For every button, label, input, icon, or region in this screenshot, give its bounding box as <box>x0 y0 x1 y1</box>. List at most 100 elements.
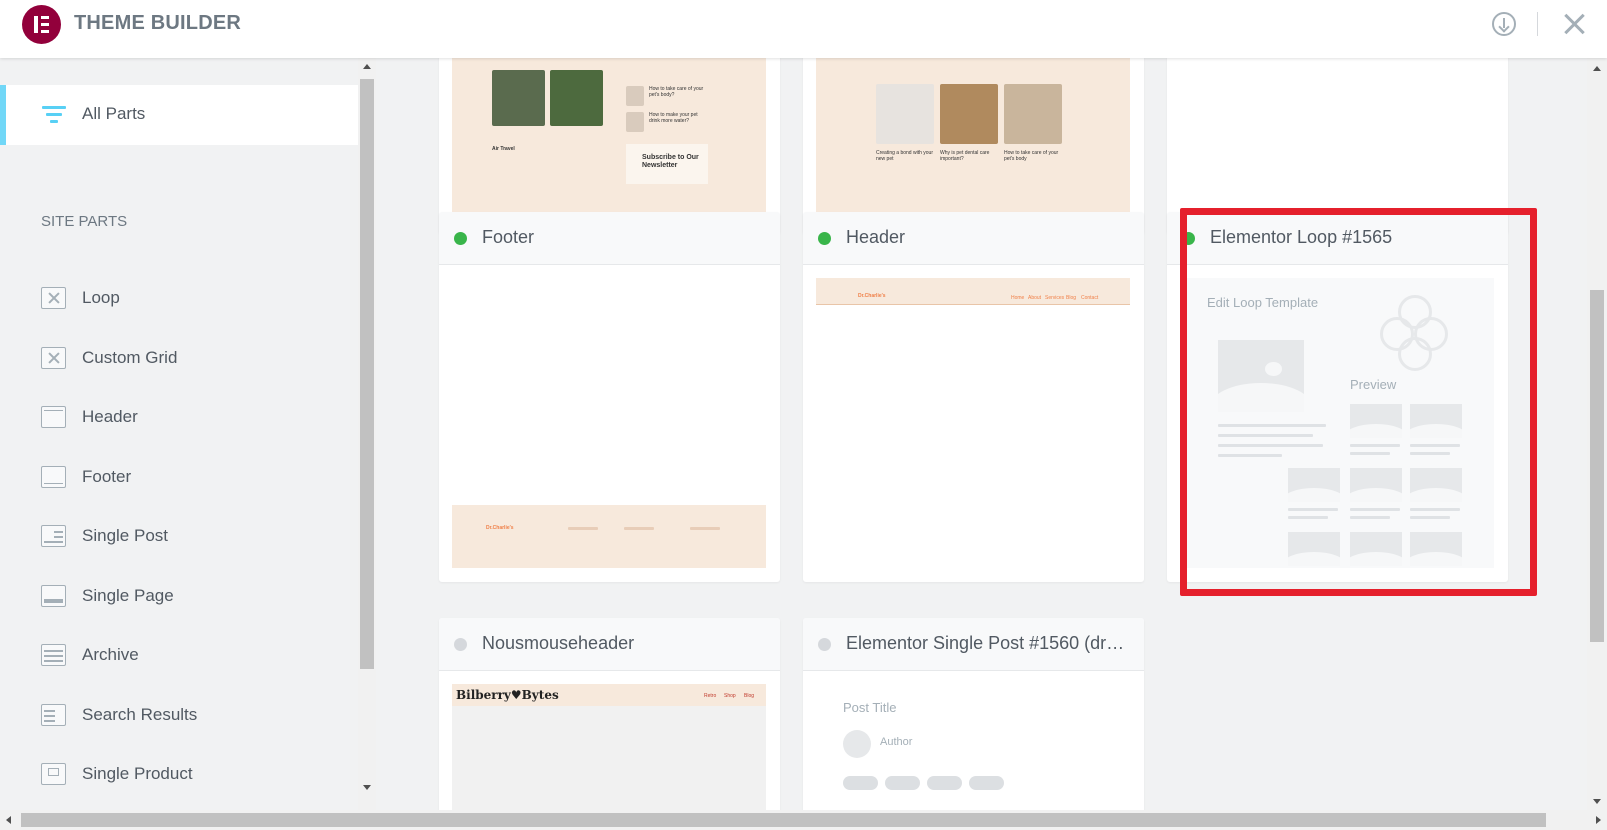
image-placeholder-icon <box>1288 532 1340 566</box>
preview-line <box>568 527 598 530</box>
card-preview: Post Title Author <box>816 684 1130 810</box>
preview-nav: Blog <box>1066 295 1077 301</box>
main-scrollbar[interactable] <box>1587 58 1607 810</box>
sidebar-item-all-parts[interactable]: All Parts <box>0 85 358 145</box>
sidebar-item-single-product[interactable]: Single Product <box>0 753 358 797</box>
part-card-single-post[interactable]: Elementor Single Post #1560 (dra... Post… <box>803 618 1144 810</box>
preview-photo <box>550 70 603 126</box>
close-icon[interactable] <box>1561 11 1587 37</box>
single-product-icon <box>41 763 66 785</box>
preview-label: Preview <box>1350 377 1397 392</box>
preview-link: How to take care of your pet's body? <box>649 86 704 98</box>
sidebar-item-label: All Parts <box>82 104 146 123</box>
scrollbar-thumb[interactable] <box>360 79 374 669</box>
image-placeholder-icon <box>1218 340 1304 412</box>
preview-nav: Contact <box>1081 295 1099 301</box>
part-card-nousmouseheader[interactable]: Nousmouseheader Bilberry♥Bytes Retro Sho… <box>439 618 780 810</box>
sidebar-item-search-results[interactable]: Search Results <box>0 694 358 738</box>
card-preview: Dr.Charlie's Home About Services Blog Co… <box>816 278 1130 568</box>
search-results-icon <box>41 704 66 726</box>
preview-footer-band: Dr.Charlie's <box>452 505 766 568</box>
part-card-footer[interactable]: Footer Dr.Charlie's <box>439 212 780 582</box>
sidebar-item-single-post[interactable]: Single Post <box>0 515 358 559</box>
site-parts-heading: SITE PARTS <box>41 213 128 230</box>
placeholder-pill <box>843 776 878 790</box>
placeholder-line <box>1350 444 1400 447</box>
status-dot-active <box>454 232 467 245</box>
placeholder-line <box>1350 516 1390 519</box>
sidebar: All Parts SITE PARTS Loop Custom Grid He… <box>0 58 358 810</box>
sidebar-item-loop[interactable]: Loop <box>0 277 358 321</box>
preview-photo <box>940 84 998 144</box>
sidebar-item-custom-grid[interactable]: Custom Grid <box>0 337 358 381</box>
preview-brand: Bilberry♥Bytes <box>456 688 559 702</box>
sidebar-item-label: Search Results <box>82 705 198 724</box>
active-indicator <box>0 85 6 145</box>
download-icon[interactable] <box>1492 12 1516 36</box>
preview-nav: About <box>1028 295 1042 301</box>
part-card[interactable]: Creating a bond with your new pet Why is… <box>803 58 1144 234</box>
single-page-icon <box>41 585 66 607</box>
preview-caption: Creating a bond with your new pet <box>876 150 933 162</box>
card-title: Footer <box>482 227 535 247</box>
card-title: Elementor Single Post #1560 (dra... <box>846 633 1131 653</box>
part-card-loop[interactable]: Elementor Loop #1565 Edit Loop Template … <box>1167 212 1508 582</box>
sidebar-item-archive[interactable]: Archive <box>0 634 358 678</box>
preview-nav: Retro <box>704 693 717 699</box>
sidebar-item-header[interactable]: Header <box>0 396 358 440</box>
image-placeholder-icon <box>1410 468 1462 502</box>
sidebar-item-footer[interactable]: Footer <box>0 456 358 500</box>
scroll-up-arrow-icon[interactable] <box>363 64 371 69</box>
part-card-header[interactable]: Header Dr.Charlie's Home About Services … <box>803 212 1144 582</box>
sidebar-item-single-page[interactable]: Single Page <box>0 575 358 619</box>
preview-heading: Air Travel <box>492 146 515 152</box>
preview-nav: Blog <box>744 693 755 699</box>
placeholder-line <box>1410 516 1450 519</box>
placeholder-line <box>1288 508 1338 511</box>
avatar <box>843 730 871 758</box>
scroll-down-arrow-icon[interactable] <box>1593 799 1601 804</box>
scroll-right-arrow-icon[interactable] <box>1596 816 1601 824</box>
scroll-left-arrow-icon[interactable] <box>6 816 11 824</box>
card-preview: Creating a bond with your new pet Why is… <box>816 58 1130 218</box>
placeholder-pill <box>969 776 1004 790</box>
footer-icon <box>41 466 66 488</box>
sidebar-item-label: Footer <box>82 467 132 486</box>
placeholder-line <box>1410 452 1450 455</box>
status-dot-draft <box>818 638 831 651</box>
sidebar-item-label: Custom Grid <box>82 348 178 367</box>
sidebar-item-label: Single Page <box>82 586 174 605</box>
preview-header-band: Dr.Charlie's Home About Services Blog Co… <box>816 278 1130 305</box>
scroll-up-arrow-icon[interactable] <box>1593 66 1601 71</box>
card-header: Nousmouseheader <box>439 618 780 671</box>
sidebar-item-label: Header <box>82 407 138 426</box>
image-placeholder-icon <box>1410 532 1462 566</box>
preview-author: Author <box>880 736 913 748</box>
scroll-down-arrow-icon[interactable] <box>363 785 371 790</box>
part-card[interactable] <box>1167 58 1508 234</box>
preview-brand: Dr.Charlie's <box>486 525 514 531</box>
placeholder-line <box>1350 508 1400 511</box>
preview-nav: Home <box>1011 295 1025 301</box>
sidebar-scrollbar[interactable] <box>358 58 376 810</box>
part-card[interactable]: Air Travel How to take care of your pet'… <box>439 58 780 234</box>
placeholder-line <box>1288 516 1328 519</box>
scrollbar-thumb[interactable] <box>1590 290 1604 642</box>
loop-icon <box>1380 295 1454 373</box>
sidebar-item-label: Archive <box>82 645 139 664</box>
placeholder-line <box>1218 444 1323 447</box>
placeholder-line <box>1350 452 1390 455</box>
preview-line <box>624 527 654 530</box>
elementor-logo-icon <box>22 5 61 44</box>
custom-grid-icon <box>41 347 66 369</box>
placeholder-line <box>1410 508 1460 511</box>
card-header: Header <box>803 212 1144 265</box>
placeholder-line <box>1218 424 1326 427</box>
preview-photo <box>626 112 644 132</box>
sidebar-item-label: Single Post <box>82 526 168 545</box>
status-dot-active <box>1182 232 1195 245</box>
scrollbar-thumb[interactable] <box>21 813 1546 827</box>
horizontal-scrollbar[interactable] <box>0 810 1607 830</box>
parts-grid: Air Travel How to take care of your pet'… <box>376 58 1587 810</box>
newsletter-title: Subscribe to Our Newsletter <box>642 154 699 169</box>
